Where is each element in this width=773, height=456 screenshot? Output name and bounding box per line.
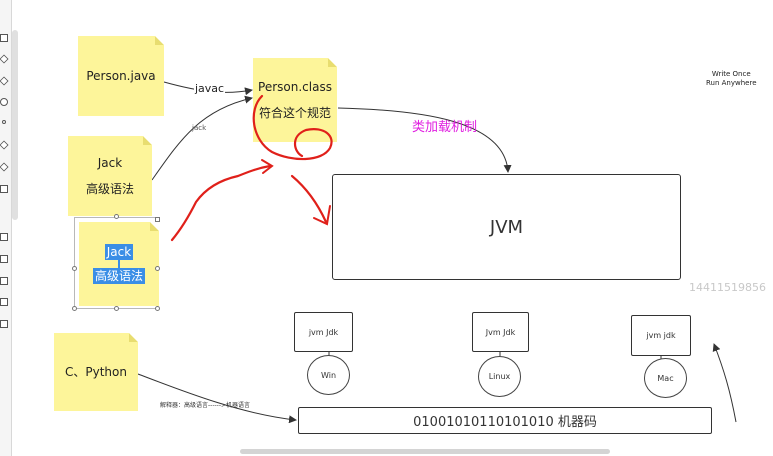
resize-handle-top[interactable] — [114, 214, 119, 219]
gear-shape-tool-icon[interactable] — [0, 162, 9, 172]
interpreter-arrow — [137, 373, 297, 424]
note-jack-title: Jack — [97, 156, 123, 170]
os-mac[interactable]: Mac — [644, 358, 687, 398]
up-arrow — [712, 343, 737, 423]
ellipse-tool-icon[interactable] — [0, 98, 8, 106]
resize-handle-bottom-left[interactable] — [72, 306, 77, 311]
os-linux[interactable]: Linux — [478, 356, 521, 397]
edge-label-class-loader: 类加载机制 — [412, 120, 478, 135]
note-c-python-text: C、Python — [65, 365, 127, 379]
jdk-box-win-label: jvm Jdk — [308, 327, 339, 337]
shape-toolbar — [0, 0, 12, 456]
vertical-scrollbar[interactable] — [12, 30, 18, 220]
dot-tool-icon[interactable] — [2, 120, 6, 124]
jvm-label: JVM — [489, 216, 524, 238]
os-win-label: Win — [320, 370, 337, 380]
resize-handle-top-right[interactable] — [155, 217, 160, 222]
resize-handle-right[interactable] — [155, 266, 160, 271]
slogan-line2: Run Anywhere — [706, 79, 757, 87]
arrow-shape-tool-icon[interactable] — [0, 140, 9, 150]
resize-handle-bottom[interactable] — [114, 306, 119, 311]
note-jack-sub: 高级语法 — [85, 182, 134, 196]
jdk-box-mac-label: jvm jdk — [646, 331, 676, 340]
parallelogram-tool-icon[interactable] — [0, 76, 9, 86]
os-mac-label: Mac — [657, 373, 674, 383]
horizontal-scrollbar[interactable] — [240, 449, 610, 454]
shield-tool-icon[interactable] — [0, 320, 8, 328]
watermark: 14411519856 — [689, 281, 766, 294]
jack-arrow — [151, 95, 253, 181]
resize-handle-bottom-right[interactable] — [155, 306, 160, 311]
slogan: Write Once Run Anywhere — [706, 70, 757, 88]
note-person-class[interactable]: Person.class 符合这个规范 — [253, 58, 337, 142]
note-jack-selected-sub[interactable]: 高级语法 — [92, 268, 145, 284]
edge-label-jack: jack — [192, 124, 207, 132]
slogan-line1: Write Once — [711, 70, 751, 78]
document-tool-icon[interactable] — [0, 277, 8, 285]
text-cursor-connector — [118, 260, 120, 268]
note-person-java-text: Person.java — [86, 69, 156, 83]
jdk-box-linux-label: Jvm Jdk — [485, 327, 516, 337]
jvm-box[interactable]: JVM — [332, 174, 681, 280]
note-person-class-sub: 符合这个规范 — [258, 106, 331, 120]
note-jack-selected-title[interactable]: Jack — [104, 244, 134, 260]
red-arrow-arrowhead — [313, 205, 331, 226]
note-jack[interactable]: Jack 高级语法 — [68, 136, 152, 216]
machine-code-label: 01001010110101010 机器码 — [413, 415, 597, 430]
machine-code-box[interactable]: 01001010110101010 机器码 — [298, 407, 712, 434]
note-person-class-title: Person.class — [258, 80, 332, 94]
note-jack-selected[interactable]: Jack 高级语法 — [79, 222, 159, 306]
note-c-python[interactable]: C、Python — [54, 333, 138, 411]
cylinder-tool-icon[interactable] — [0, 255, 8, 263]
red-curve-mark — [170, 164, 272, 242]
rectangle-tool-icon[interactable] — [0, 34, 8, 42]
jdk-box-win[interactable]: jvm Jdk — [294, 312, 353, 352]
pentagon-tool-icon[interactable] — [0, 54, 9, 64]
jdk-box-linux[interactable]: Jvm Jdk — [472, 312, 529, 352]
red-curve-arrowhead — [261, 159, 274, 174]
card-tool-icon[interactable] — [0, 233, 8, 241]
resize-handle-left[interactable] — [72, 266, 77, 271]
hexagon-tool-icon[interactable] — [0, 298, 8, 306]
red-arrow-mark — [290, 174, 328, 224]
jdk-box-mac[interactable]: jvm jdk — [631, 315, 691, 356]
os-win[interactable]: Win — [307, 355, 350, 395]
edge-label-interpreter: 解释器：高级语言------>机器语言 — [160, 402, 251, 409]
os-linux-label: Linux — [488, 372, 511, 381]
square-tool-icon[interactable] — [0, 185, 8, 193]
edge-label-javac: javac — [194, 82, 226, 95]
note-person-java[interactable]: Person.java — [78, 36, 164, 116]
